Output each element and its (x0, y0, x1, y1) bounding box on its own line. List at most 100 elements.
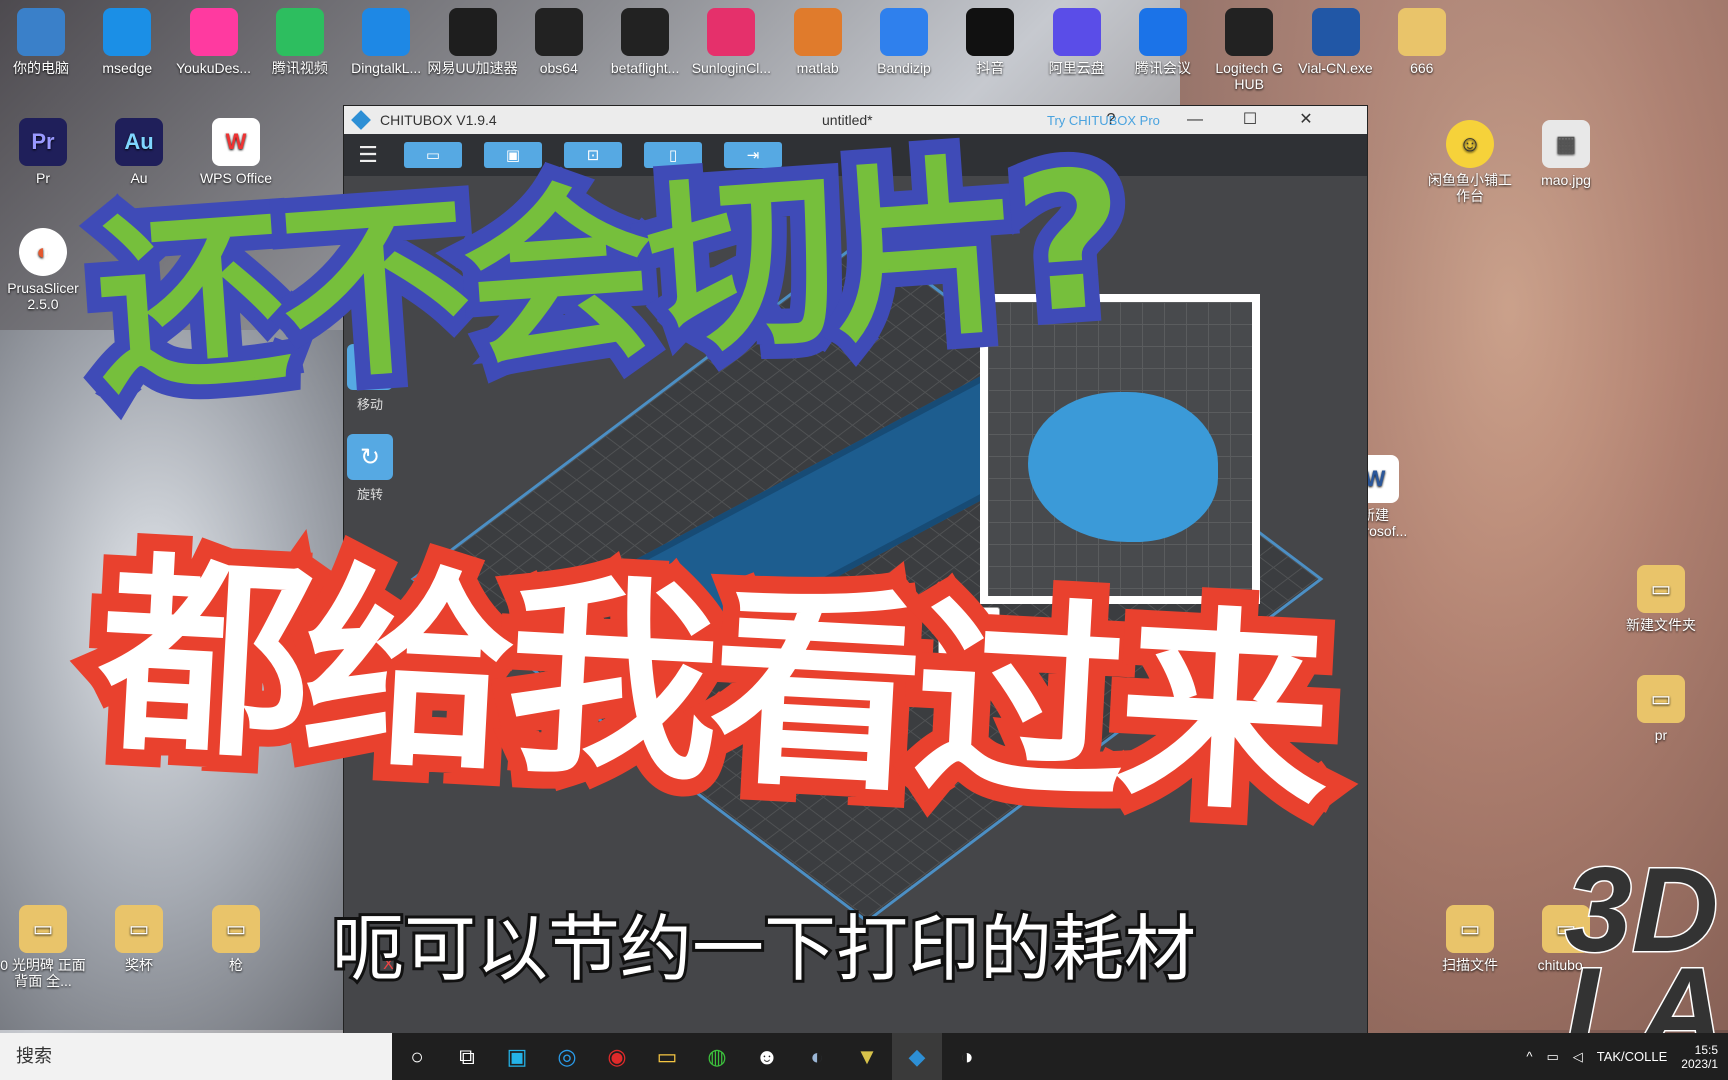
desktop-icon-top-9[interactable]: matlab (772, 8, 864, 76)
steam-icon[interactable]: ◐ (792, 1033, 842, 1080)
app-icon (362, 8, 411, 56)
folder-icon: ▭ (1446, 905, 1494, 953)
desktop-icon-top-11[interactable]: 抖音 (944, 8, 1036, 76)
desktop-icon-top-12[interactable]: 阿里云盘 (1031, 8, 1123, 76)
rotate-icon: ↻ (347, 434, 393, 480)
bilibili-icon[interactable]: ▣ (492, 1033, 542, 1080)
obs-taskbar-icon[interactable]: ◑ (942, 1033, 992, 1080)
desktop-icon-top-14[interactable]: Logitech G HUB (1203, 8, 1295, 92)
desktop-icon-top-13[interactable]: 腾讯会议 (1117, 8, 1209, 76)
app-icon (966, 8, 1015, 56)
desktop-icon-top-4[interactable]: DingtalkL... (340, 8, 432, 76)
desktop-icon-pr-folder[interactable]: ▭ pr (1613, 675, 1709, 743)
desktop-icon-label: matlab (796, 60, 839, 76)
desktop-icon-label: betaflight... (610, 60, 680, 76)
desktop-icon-lightmonument[interactable]: ▭ 0 光明碑 正面 背面 全... (0, 905, 91, 989)
preview-model (1028, 392, 1218, 542)
desktop-icon-top-1[interactable]: msedge (81, 8, 173, 76)
desktop-icon-top-5[interactable]: 网易UU加速器 (427, 8, 519, 76)
tray-text: TAK/COLLE (1596, 1049, 1668, 1064)
taskbar-search-input[interactable]: 搜索 (0, 1033, 392, 1080)
desktop-icon-scan-files[interactable]: ▭ 扫描文件 (1422, 905, 1518, 973)
desktop-icon-top-6[interactable]: obs64 (513, 8, 605, 76)
desktop-icon-label: 腾讯视频 (271, 60, 328, 76)
desktop-icon-label: 闲鱼鱼小铺工作台 (1428, 172, 1512, 204)
desktop-icon-label: 网易UU加速器 (427, 60, 518, 76)
desktop-icon-label: SunloginCl... (691, 60, 772, 76)
chitubox-taskbar-icon[interactable]: ◆ (892, 1033, 942, 1080)
folder-icon: ▭ (1637, 675, 1685, 723)
desktop-icon-top-16[interactable]: 666 (1376, 8, 1468, 76)
system-tray: ^ ▭ ◁ TAK/COLLE 15:5 2023/1 (1526, 1033, 1718, 1080)
desktop-icon-xianyu[interactable]: ☺ 闲鱼鱼小铺工作台 (1422, 120, 1518, 204)
desktop-icon-label: PrusaSlicer 2.5.0 (7, 280, 79, 312)
video-subtitle: 呃可以节约一下打印的耗材 (329, 904, 1199, 994)
app-title: CHITUBOX V1.9.4 (380, 112, 497, 128)
qq-icon[interactable]: ☻ (742, 1033, 792, 1080)
desktop-icon-label: DingtalkL... (351, 60, 422, 76)
app-icon (880, 8, 928, 56)
clock-time: 15:5 (1694, 1042, 1718, 1057)
desktop-icon-label: 扫描文件 (1442, 957, 1498, 973)
edge-icon[interactable]: ◎ (542, 1033, 592, 1080)
desktop-icon-label: mao.jpg (1541, 172, 1591, 188)
folder-icon: ▭ (19, 905, 67, 953)
file-explorer-icon[interactable]: ▭ (642, 1033, 692, 1080)
xianyu-icon: ☺ (1446, 120, 1494, 168)
desktop-icon-top-0[interactable]: 你的电脑 (0, 8, 87, 76)
app-icon (621, 8, 670, 56)
desktop-icon-top-15[interactable]: Vial-CN.exe (1290, 8, 1382, 76)
app-icon (17, 8, 65, 56)
app-icon (1052, 8, 1101, 56)
netease-music-icon[interactable]: ◉ (592, 1033, 642, 1080)
battery-icon[interactable]: ▭ (1546, 1049, 1558, 1065)
clock[interactable]: 15:5 2023/1 (1681, 1043, 1718, 1071)
task-view-icon[interactable]: ⧉ (442, 1033, 492, 1080)
desktop-icon-label: Pr (36, 170, 50, 186)
desktop-icon-prusaslicer[interactable]: ◐ PrusaSlicer 2.5.0 (0, 228, 91, 312)
desktop-icon-label: 阿里云盘 (1048, 60, 1105, 76)
volume-icon[interactable]: ◁ (1573, 1049, 1583, 1065)
desktop-icon-label: 666 (1410, 60, 1434, 76)
desktop-icon-label: Bandizip (877, 60, 931, 76)
desktop-icon-label: pr (1654, 727, 1668, 743)
chevron-up-icon[interactable]: ^ (1526, 1049, 1532, 1064)
maximize-button[interactable]: ☐ (1225, 106, 1275, 134)
wechat-icon[interactable]: ◍ (692, 1033, 742, 1080)
desktop-icon-label: 抖音 (976, 60, 1005, 76)
app-icon (1225, 8, 1274, 56)
close-button[interactable]: ✕ (1281, 106, 1331, 134)
desktop-icon-top-2[interactable]: YoukuDes... (168, 8, 260, 76)
app-icon (707, 8, 756, 56)
rotate-tool[interactable]: ↻ 旋转 (344, 434, 396, 503)
cortana-icon[interactable]: ○ (392, 1033, 442, 1080)
app-icon (189, 8, 238, 56)
overlay-callout: 都给我看过来 (76, 514, 1345, 859)
desktop-icon-pr[interactable]: Pr Pr (0, 118, 91, 186)
desktop-icon-top-3[interactable]: 腾讯视频 (254, 8, 346, 76)
desktop-icon-top-7[interactable]: betaflight... (599, 8, 691, 76)
desktop-icon-top-10[interactable]: Bandizip (858, 8, 950, 76)
folder-icon: ▭ (212, 905, 260, 953)
app-icon (534, 8, 583, 56)
app-icon (1138, 8, 1187, 56)
folder-icon: ▭ (1637, 565, 1685, 613)
desktop-icon-label: 新建文件夹 (1626, 617, 1696, 633)
desktop-icon-label: obs64 (539, 60, 578, 76)
image-file-icon: ▦ (1542, 120, 1590, 168)
betaflight-taskbar-icon[interactable]: ▼ (842, 1033, 892, 1080)
desktop-icon-label: 腾讯会议 (1134, 60, 1191, 76)
clock-date: 2023/1 (1681, 1056, 1718, 1071)
app-icon (448, 8, 497, 56)
desktop-icon-label: 枪 (229, 957, 243, 973)
desktop-icon-new-folder[interactable]: ▭ 新建文件夹 (1613, 565, 1709, 633)
desktop-icon-top-8[interactable]: SunloginCl... (685, 8, 777, 76)
minimize-button[interactable]: — (1170, 106, 1220, 134)
app-icon (1397, 8, 1446, 56)
app-icon (1311, 8, 1360, 56)
prusaslicer-icon: ◐ (19, 228, 67, 276)
desktop-icon-label: Logitech G HUB (1215, 60, 1284, 92)
desktop-icon-mao-jpg[interactable]: ▦ mao.jpg (1518, 120, 1614, 188)
desktop-icon-gun[interactable]: ▭ 枪 (188, 905, 284, 973)
desktop-icon-trophy[interactable]: ▭ 奖杯 (91, 905, 187, 973)
